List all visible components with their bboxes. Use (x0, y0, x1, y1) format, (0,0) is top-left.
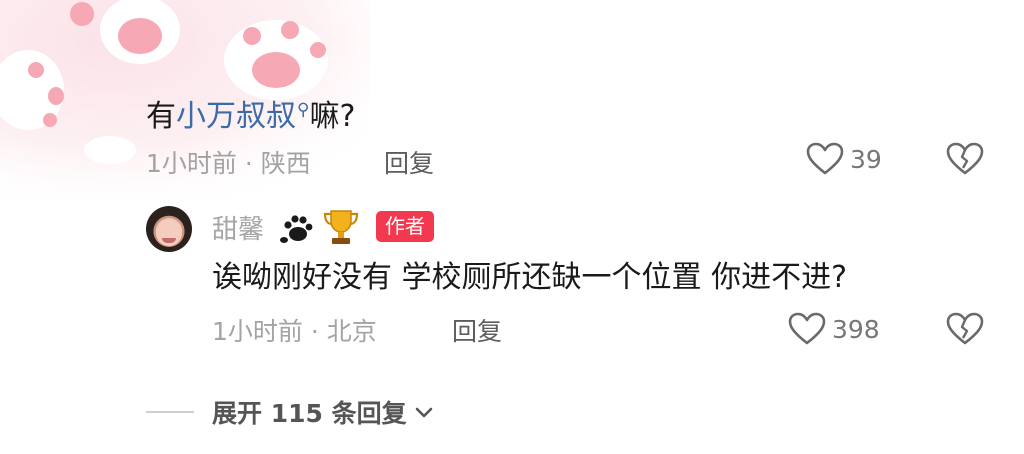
trophy-icon (320, 206, 362, 252)
heart-icon (788, 312, 826, 345)
comment-text: 有小万叔叔⚲嘛? (146, 90, 355, 137)
comment-like-count: 39 (850, 144, 882, 174)
reply-text: 诶呦刚好没有 学校厕所还缺一个位置 你进不进? (212, 260, 847, 295)
broken-heart-icon (946, 312, 984, 345)
expand-replies-label: 展开 115 条回复 (212, 399, 407, 428)
author-badge: 作者 (376, 211, 434, 242)
mention-link[interactable]: 小万叔叔 (176, 99, 296, 134)
comment-like-button[interactable]: 39 (806, 142, 882, 176)
comment-meta: 1小时前 · 陕西 (146, 149, 311, 178)
search-icon[interactable]: ⚲ (297, 100, 309, 120)
reply-like-button[interactable]: 398 (788, 312, 880, 346)
heart-icon (806, 142, 844, 175)
reply-reply-button[interactable]: 回复 (452, 312, 502, 348)
reply-username[interactable]: 甜馨 (212, 209, 264, 246)
reply-meta: 1小时前 · 北京 (212, 317, 377, 346)
chevron-down-icon (415, 407, 432, 418)
comment-reply-button[interactable]: 回复 (384, 144, 434, 180)
reply-like-count: 398 (832, 314, 880, 344)
reply-dislike-button[interactable] (946, 312, 984, 350)
comment-text-after: 嘛? (309, 99, 356, 134)
comment-dislike-button[interactable] (946, 142, 984, 180)
avatar[interactable] (146, 206, 192, 252)
broken-heart-icon (946, 142, 984, 175)
comment-text-before: 有 (146, 99, 176, 134)
paw-icon (276, 208, 316, 252)
divider (146, 411, 194, 413)
expand-replies-button[interactable]: 展开 115 条回复 (146, 394, 437, 430)
